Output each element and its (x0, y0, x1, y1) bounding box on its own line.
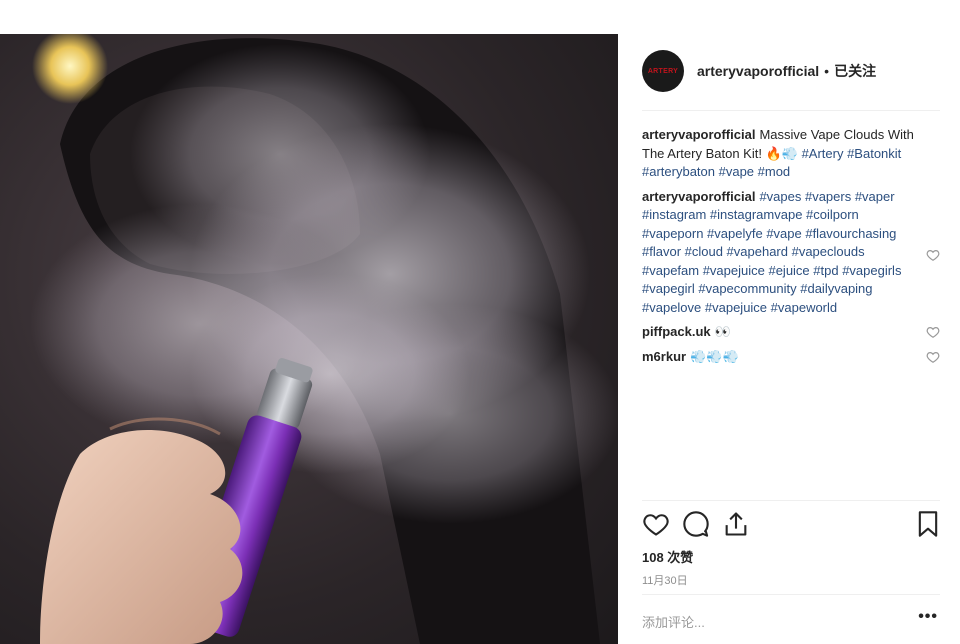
header-username[interactable]: arteryvaporofficial (697, 63, 819, 79)
comment-text: 💨💨💨 (690, 348, 739, 364)
heart-icon[interactable] (642, 510, 670, 538)
action-bar (642, 510, 940, 542)
comment-text: 👀 (714, 324, 731, 339)
post-date[interactable]: 11月30日 (642, 572, 688, 588)
heart-small-icon[interactable] (926, 350, 940, 364)
comment-hashtag-list: arteryvaporofficial #vapes #vapers #vaper… (642, 188, 940, 318)
add-comment-input[interactable]: 添加评论... (642, 612, 705, 631)
actions-divider (642, 500, 940, 501)
comment-box-divider (642, 594, 940, 595)
heart-small-icon[interactable] (926, 325, 940, 339)
top-whitespace (0, 0, 960, 34)
post-header: ARTERY arteryvaporofficial • 已关注 (642, 50, 940, 92)
comment-list: arteryvaporofficial Massive Vape Clouds W… (642, 126, 940, 372)
comment-username[interactable]: arteryvaporofficial (642, 127, 755, 142)
more-options-icon[interactable]: ••• (918, 608, 938, 626)
follow-status-button[interactable]: 已关注 (834, 61, 876, 81)
comment-hashtags[interactable]: #vapes #vapers #vaper #instagram #instag… (642, 189, 901, 315)
post-image[interactable] (0, 34, 618, 644)
avatar[interactable]: ARTERY (642, 50, 684, 92)
heart-small-icon[interactable] (926, 248, 940, 262)
comment-caption: arteryvaporofficial Massive Vape Clouds W… (642, 126, 940, 182)
header-divider (642, 110, 940, 111)
comment-username[interactable]: piffpack.uk (642, 324, 711, 339)
header-separator: • (824, 63, 830, 79)
share-icon[interactable] (722, 510, 750, 538)
comment-item: piffpack.uk 👀 (642, 323, 940, 342)
comment-icon[interactable] (682, 510, 710, 538)
avatar-logo-text: ARTERY (647, 67, 679, 75)
bookmark-icon[interactable] (914, 510, 942, 538)
comment-item: m6rkur 💨💨💨 (642, 348, 940, 367)
like-count[interactable]: 108 次赞 (642, 547, 693, 566)
comment-username[interactable]: m6rkur (642, 349, 686, 364)
post-side-panel: ARTERY arteryvaporofficial • 已关注 arteryv… (618, 34, 960, 644)
comment-username[interactable]: arteryvaporofficial (642, 189, 755, 204)
